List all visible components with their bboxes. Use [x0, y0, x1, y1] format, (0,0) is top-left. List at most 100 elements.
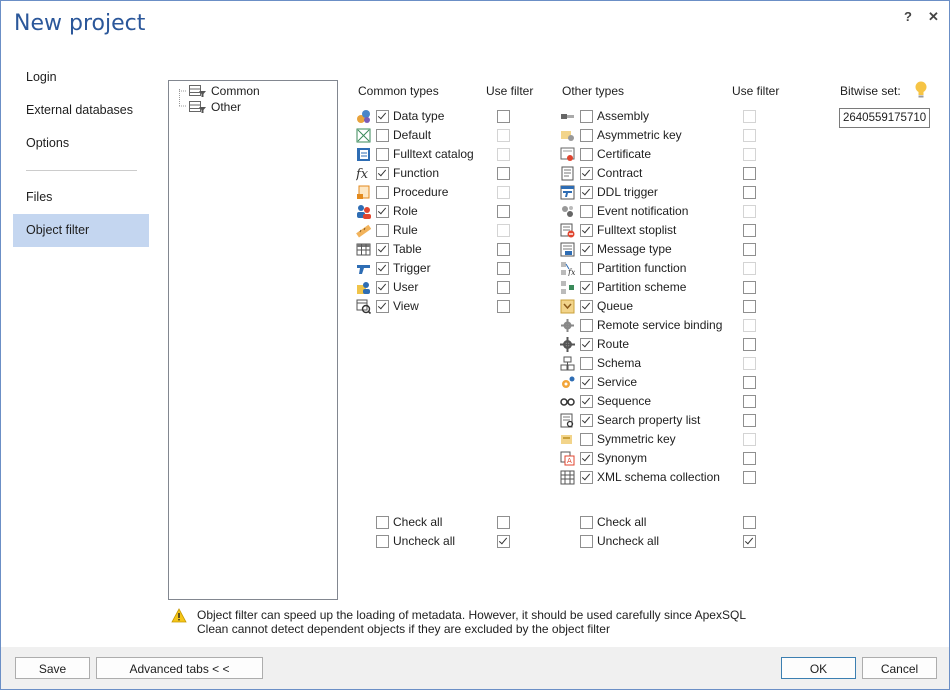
- other-service-use-filter-checkbox[interactable]: [743, 376, 756, 389]
- nav-item-external-databases[interactable]: External databases: [13, 94, 149, 127]
- ok-button[interactable]: OK: [781, 657, 856, 679]
- other-service-checkbox[interactable]: [580, 376, 593, 389]
- common-data-type-checkbox[interactable]: [376, 110, 389, 123]
- dialog-title: New project: [14, 11, 146, 36]
- common-user-checkbox[interactable]: [376, 281, 389, 294]
- bitwise-input[interactable]: [839, 108, 930, 128]
- common-user-use-filter-checkbox[interactable]: [497, 281, 510, 294]
- other-ddl-trigger-use-filter-checkbox[interactable]: [743, 186, 756, 199]
- other-xml-schema-collection-checkbox[interactable]: [580, 471, 593, 484]
- other-partition-function-checkbox[interactable]: [580, 262, 593, 275]
- other-uncheck-all-checkbox[interactable]: [580, 535, 593, 548]
- other-asymmetric-key-use-filter-checkbox[interactable]: [743, 129, 756, 142]
- other-schema-checkbox[interactable]: [580, 357, 593, 370]
- nav-item-login[interactable]: Login: [13, 61, 149, 94]
- nav-item-files[interactable]: Files: [13, 181, 149, 214]
- other-schema-use-filter-checkbox[interactable]: [743, 357, 756, 370]
- common-default-use-filter-checkbox[interactable]: [497, 129, 510, 142]
- cancel-button[interactable]: Cancel: [862, 657, 937, 679]
- lightbulb-icon[interactable]: [914, 81, 928, 99]
- common-uncheck-all-use-filter-checkbox[interactable]: [497, 535, 510, 548]
- common-default-checkbox[interactable]: [376, 129, 389, 142]
- other-synonym-checkbox[interactable]: [580, 452, 593, 465]
- tree-node-other[interactable]: Other: [189, 99, 241, 115]
- other-certificate-label: Certificate: [597, 147, 652, 161]
- other-queue-checkbox[interactable]: [580, 300, 593, 313]
- common-view-use-filter-checkbox[interactable]: [497, 300, 510, 313]
- other-check-all-checkbox[interactable]: [580, 516, 593, 529]
- other-contract-use-filter-checkbox[interactable]: [743, 167, 756, 180]
- tree-node-label: Other: [211, 100, 242, 114]
- common-table-checkbox[interactable]: [376, 243, 389, 256]
- other-assembly-use-filter-checkbox[interactable]: [743, 110, 756, 123]
- other-route-use-filter-checkbox[interactable]: [743, 338, 756, 351]
- common-procedure-checkbox[interactable]: [376, 186, 389, 199]
- other-uncheck-all-label: Uncheck all: [597, 534, 660, 548]
- common-trigger-use-filter-checkbox[interactable]: [497, 262, 510, 275]
- common-view-checkbox[interactable]: [376, 300, 389, 313]
- other-queue-use-filter-checkbox[interactable]: [743, 300, 756, 313]
- other-symmetric-key-checkbox[interactable]: [580, 433, 593, 446]
- other-message-type-checkbox[interactable]: [580, 243, 593, 256]
- other-uncheck-all-use-filter-checkbox[interactable]: [743, 535, 756, 548]
- other-partition-function-row: fx Partition function: [560, 259, 757, 278]
- other-event-notification-checkbox[interactable]: [580, 205, 593, 218]
- advanced-tabs-button[interactable]: Advanced tabs < <: [96, 657, 263, 679]
- common-table-use-filter-checkbox[interactable]: [497, 243, 510, 256]
- other-event-notification-row: Event notification: [560, 202, 757, 221]
- other-remote-service-binding-use-filter-checkbox[interactable]: [743, 319, 756, 332]
- tree-lines-icon: [179, 89, 187, 107]
- common-uncheck-all-checkbox[interactable]: [376, 535, 389, 548]
- other-message-type-use-filter-checkbox[interactable]: [743, 243, 756, 256]
- common-trigger-checkbox[interactable]: [376, 262, 389, 275]
- remote-service-binding-icon: [561, 319, 574, 332]
- common-check-all-use-filter-checkbox[interactable]: [497, 516, 510, 529]
- other-asymmetric-key-checkbox[interactable]: [580, 129, 593, 142]
- common-fulltext-catalog-checkbox[interactable]: [376, 148, 389, 161]
- tree-node-common[interactable]: Common: [189, 83, 260, 99]
- common-procedure-use-filter-checkbox[interactable]: [497, 186, 510, 199]
- other-assembly-checkbox[interactable]: [580, 110, 593, 123]
- synonym-icon: A: [560, 451, 575, 466]
- help-button[interactable]: ?: [904, 9, 912, 24]
- common-rule-checkbox[interactable]: [376, 224, 389, 237]
- common-data-type-use-filter-checkbox[interactable]: [497, 110, 510, 123]
- other-search-property-list-use-filter-checkbox[interactable]: [743, 414, 756, 427]
- common-fulltext-catalog-use-filter-checkbox[interactable]: [497, 148, 510, 161]
- common-check-all-label: Check all: [393, 515, 443, 529]
- common-role-checkbox[interactable]: [376, 205, 389, 218]
- other-certificate-checkbox[interactable]: [580, 148, 593, 161]
- other-fulltext-stoplist-row: Fulltext stoplist: [560, 221, 757, 240]
- other-partition-function-use-filter-checkbox[interactable]: [743, 262, 756, 275]
- close-button[interactable]: ✕: [928, 9, 939, 25]
- common-function-checkbox[interactable]: [376, 167, 389, 180]
- other-ddl-trigger-checkbox[interactable]: [580, 186, 593, 199]
- dialog-window: New project ? ✕ Login External databases…: [0, 0, 950, 690]
- other-remote-service-binding-checkbox[interactable]: [580, 319, 593, 332]
- save-button[interactable]: Save: [15, 657, 90, 679]
- other-symmetric-key-use-filter-checkbox[interactable]: [743, 433, 756, 446]
- other-event-notification-use-filter-checkbox[interactable]: [743, 205, 756, 218]
- other-route-checkbox[interactable]: [580, 338, 593, 351]
- other-partition-scheme-use-filter-checkbox[interactable]: [743, 281, 756, 294]
- other-synonym-use-filter-checkbox[interactable]: [743, 452, 756, 465]
- fulltext-catalog-icon: [357, 148, 370, 161]
- other-fulltext-stoplist-use-filter-checkbox[interactable]: [743, 224, 756, 237]
- other-xml-schema-collection-use-filter-checkbox[interactable]: [743, 471, 756, 484]
- common-role-use-filter-checkbox[interactable]: [497, 205, 510, 218]
- other-check-all-use-filter-checkbox[interactable]: [743, 516, 756, 529]
- other-message-type-row: Message type: [560, 240, 757, 259]
- other-sequence-use-filter-checkbox[interactable]: [743, 395, 756, 408]
- other-assembly-label: Assembly: [597, 109, 650, 123]
- other-search-property-list-checkbox[interactable]: [580, 414, 593, 427]
- common-check-all-checkbox[interactable]: [376, 516, 389, 529]
- other-sequence-checkbox[interactable]: [580, 395, 593, 408]
- other-fulltext-stoplist-checkbox[interactable]: [580, 224, 593, 237]
- common-rule-use-filter-checkbox[interactable]: [497, 224, 510, 237]
- common-function-use-filter-checkbox[interactable]: [497, 167, 510, 180]
- nav-item-object-filter[interactable]: Object filter: [13, 214, 149, 247]
- other-partition-scheme-checkbox[interactable]: [580, 281, 593, 294]
- other-certificate-use-filter-checkbox[interactable]: [743, 148, 756, 161]
- nav-item-options[interactable]: Options: [13, 127, 149, 160]
- other-contract-checkbox[interactable]: [580, 167, 593, 180]
